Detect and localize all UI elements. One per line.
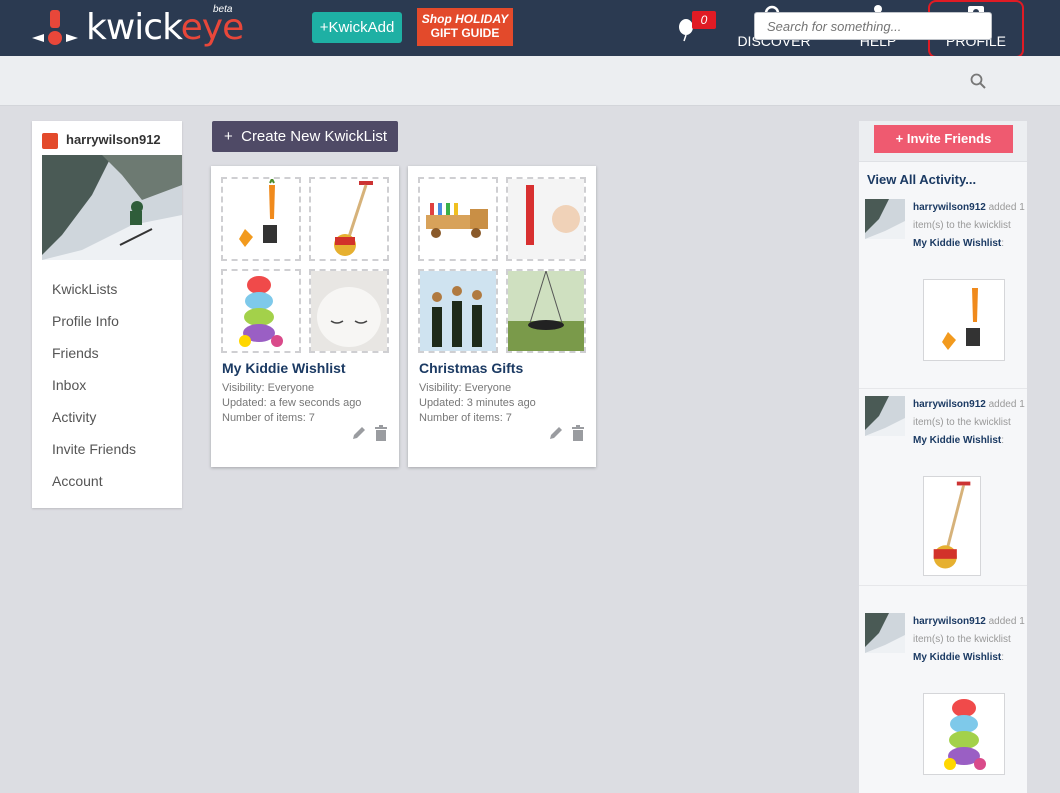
activity-list-link[interactable]: My Kiddie Wishlist (913, 652, 1001, 663)
activity-item: harrywilson912 added 1 item(s) to the kw… (859, 613, 1027, 793)
activity-text: harrywilson912 added 1 item(s) to the kw… (913, 199, 1027, 253)
reindeer-bottles-image (420, 271, 496, 351)
kwicklist-visibility: Visibility: Everyone (222, 382, 315, 394)
activity-tail: : (1001, 652, 1005, 663)
menu-account[interactable]: Account (52, 471, 136, 503)
item-thumbnail[interactable] (418, 177, 498, 261)
create-plus-icon: + (224, 128, 233, 145)
activity-sidebar: + Invite Friends View All Activity... ha… (859, 121, 1027, 793)
activity-item-image[interactable] (923, 476, 981, 576)
kwicklist-updated: Updated: 3 minutes ago (419, 397, 536, 409)
carrot-sharpener-image (942, 288, 980, 350)
menu-friends[interactable]: Friends (52, 343, 136, 375)
kwicklist-updated: Updated: a few seconds ago (222, 397, 362, 409)
trash-icon[interactable] (373, 425, 389, 442)
user-badge-icon (42, 133, 58, 149)
item-thumbnail[interactable] (309, 269, 389, 353)
kwickeye-logo[interactable]: kwickeye beta (30, 4, 244, 50)
edit-pencil-icon[interactable] (548, 425, 564, 441)
activity-item: harrywilson912 added 1 item(s) to the kw… (859, 199, 1027, 389)
wooden-truck-image (426, 203, 488, 238)
baby-hat-image (311, 271, 387, 351)
search-submit-icon[interactable] (970, 73, 986, 89)
activity-feed: View All Activity... harrywilson912 adde… (859, 161, 1027, 793)
create-kwicklist-button[interactable]: + Create New KwickList (212, 121, 398, 152)
view-all-activity-link[interactable]: View All Activity... (867, 172, 976, 187)
activity-item-image[interactable] (923, 693, 1005, 775)
item-thumbnail[interactable] (221, 177, 301, 261)
holiday-line1: Shop HOLIDAY (421, 12, 509, 26)
menu-profile-info[interactable]: Profile Info (52, 311, 136, 343)
activity-tail: : (1001, 435, 1005, 446)
menu-activity[interactable]: Activity (52, 407, 136, 439)
kwicklist-item-count: Number of items: 7 (419, 412, 512, 424)
activity-item-image[interactable] (923, 279, 1005, 361)
activity-verb: added (988, 399, 1017, 410)
activity-list-link[interactable]: My Kiddie Wishlist (913, 238, 1001, 249)
item-thumbnail[interactable] (309, 177, 389, 261)
activity-user-link[interactable]: harrywilson912 (913, 616, 986, 627)
kwicklist-item-count: Number of items: 7 (222, 412, 315, 424)
activity-avatar[interactable] (865, 613, 905, 653)
menu-kwicklists[interactable]: KwickLists (52, 279, 136, 311)
search-input[interactable] (754, 12, 992, 40)
menu-inbox[interactable]: Inbox (52, 375, 136, 407)
kwickadd-button[interactable]: +KwickAdd (312, 12, 402, 43)
trash-icon[interactable] (570, 425, 586, 442)
activity-avatar[interactable] (865, 396, 905, 436)
notification-count-badge[interactable]: 0 (692, 11, 716, 29)
invite-friends-button[interactable]: + Invite Friends (874, 125, 1013, 153)
push-toy-image (334, 181, 373, 256)
activity-user-link[interactable]: harrywilson912 (913, 399, 986, 410)
profile-menu: KwickLists Profile Info Friends Inbox Ac… (52, 279, 136, 503)
nest-swing-image (508, 271, 584, 351)
username[interactable]: harrywilson912 (66, 132, 161, 147)
activity-tail: : (1001, 238, 1005, 249)
profile-sidebar: harrywilson912 KwickLists Profile Info F… (32, 121, 182, 508)
activity-text: harrywilson912 added 1 item(s) to the kw… (913, 396, 1027, 450)
item-thumbnail[interactable] (221, 269, 301, 353)
activity-user-link[interactable]: harrywilson912 (913, 202, 986, 213)
activity-avatar[interactable] (865, 199, 905, 239)
create-kwicklist-label: Create New KwickList (241, 128, 387, 145)
activity-list-link[interactable]: My Kiddie Wishlist (913, 435, 1001, 446)
activity-text: harrywilson912 added 1 item(s) to the kw… (913, 613, 1027, 667)
menu-invite-friends[interactable]: Invite Friends (52, 439, 136, 471)
push-toy-image (933, 481, 971, 569)
logo-mark-icon (32, 10, 78, 45)
item-thumbnail[interactable] (506, 177, 586, 261)
activity-verb: added (988, 616, 1017, 627)
item-thumbnail[interactable] (418, 269, 498, 353)
kwicklist-title[interactable]: My Kiddie Wishlist (222, 360, 346, 376)
holiday-line2: GIFT GUIDE (430, 26, 500, 40)
kid-with-toy-image (508, 179, 584, 259)
kwicklist-card[interactable]: Christmas Gifts Visibility: Everyone Upd… (408, 166, 596, 467)
activity-item: harrywilson912 added 1 item(s) to the kw… (859, 396, 1027, 586)
carrot-sharpener-image (239, 179, 277, 247)
kwicklist-visibility: Visibility: Everyone (419, 382, 512, 394)
kwicklist-card[interactable]: My Kiddie Wishlist Visibility: Everyone … (211, 166, 399, 467)
holiday-gift-guide-banner[interactable]: Shop HOLIDAY GIFT GUIDE (417, 8, 513, 46)
beta-badge: beta (213, 4, 233, 15)
stacking-toy-image (239, 276, 283, 347)
edit-pencil-icon[interactable] (351, 425, 367, 441)
kwicklist-title[interactable]: Christmas Gifts (419, 360, 523, 376)
activity-verb: added (988, 202, 1017, 213)
profile-photo[interactable] (42, 155, 182, 260)
item-thumbnail[interactable] (506, 269, 586, 353)
search-bar-strip (0, 56, 1060, 106)
stacking-toy-image (944, 699, 986, 770)
